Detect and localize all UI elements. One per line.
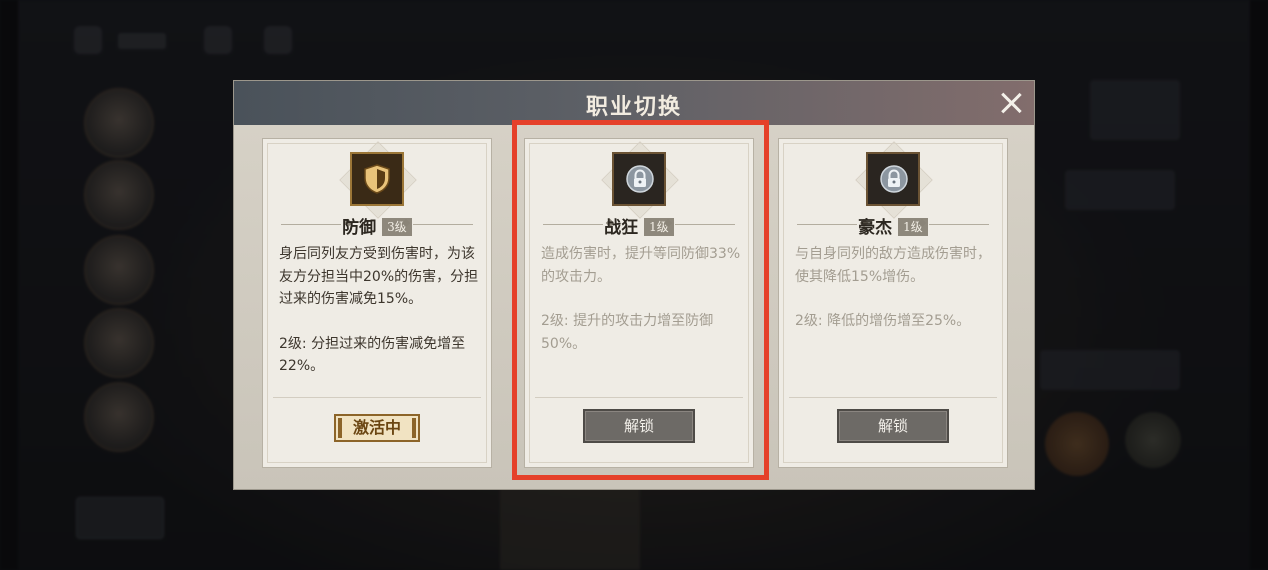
dialog-title: 职业切换	[585, 94, 682, 120]
upgrade-text: 2级: 降低的增伤增至25%。	[795, 313, 971, 329]
dialog-header: 职业切换	[234, 81, 1034, 125]
description-text: 身后同列友方受到伤害时，为该友方分担当中20%的伤害，分担过来的伤害减免15%。	[279, 246, 479, 307]
class-description: 造成伤害时，提升等同防御33%的攻击力。 2级: 提升的攻击力增至防御50%。	[541, 243, 741, 355]
class-description: 身后同列友方受到伤害时，为该友方分担当中20%的伤害，分担过来的伤害减免15%。…	[279, 243, 479, 378]
lock-icon	[626, 165, 654, 193]
lock-icon	[880, 165, 908, 193]
class-name: 豪杰	[858, 218, 893, 238]
description-text: 造成伤害时，提升等同防御33%的攻击力。	[541, 246, 741, 285]
upgrade-text: 2级: 提升的攻击力增至防御50%。	[541, 313, 714, 352]
divider	[273, 397, 481, 398]
active-status-badge: 激活中	[334, 414, 420, 442]
class-emblem	[855, 141, 933, 219]
upgrade-text: 2级: 分担过来的伤害减免增至22%。	[279, 335, 466, 375]
unlock-button[interactable]: 解锁	[583, 409, 695, 443]
class-emblem	[339, 141, 417, 219]
description-text: 与自身同列的敌方造成伤害时，使其降低15%增伤。	[795, 246, 991, 285]
class-name-row: 战狂 1级	[525, 213, 753, 238]
class-card-hero[interactable]: 豪杰 1级 与自身同列的敌方造成伤害时，使其降低15%增伤。 2级: 降低的增伤增…	[778, 138, 1008, 468]
class-name-row: 防御 3级	[263, 213, 491, 238]
divider	[789, 397, 997, 398]
divider	[535, 397, 743, 398]
class-name-row: 豪杰 1级	[779, 213, 1007, 238]
class-emblem	[601, 141, 679, 219]
class-switch-dialog: 职业切换 防御 3级 身后同列友方受到伤害时，为该友方分担当中20%的伤害，分担过…	[234, 81, 1034, 489]
class-card-berserker[interactable]: 战狂 1级 造成伤害时，提升等同防御33%的攻击力。 2级: 提升的攻击力增至防御…	[524, 138, 754, 468]
class-name: 防御	[342, 218, 377, 238]
unlock-button[interactable]: 解锁	[837, 409, 949, 443]
class-description: 与自身同列的敌方造成伤害时，使其降低15%增伤。 2级: 降低的增伤增至25%。	[795, 243, 995, 333]
close-icon[interactable]	[998, 90, 1024, 116]
class-name: 战狂	[604, 218, 639, 238]
class-card-defense[interactable]: 防御 3级 身后同列友方受到伤害时，为该友方分担当中20%的伤害，分担过来的伤害减…	[262, 138, 492, 468]
shield-icon	[364, 164, 390, 194]
